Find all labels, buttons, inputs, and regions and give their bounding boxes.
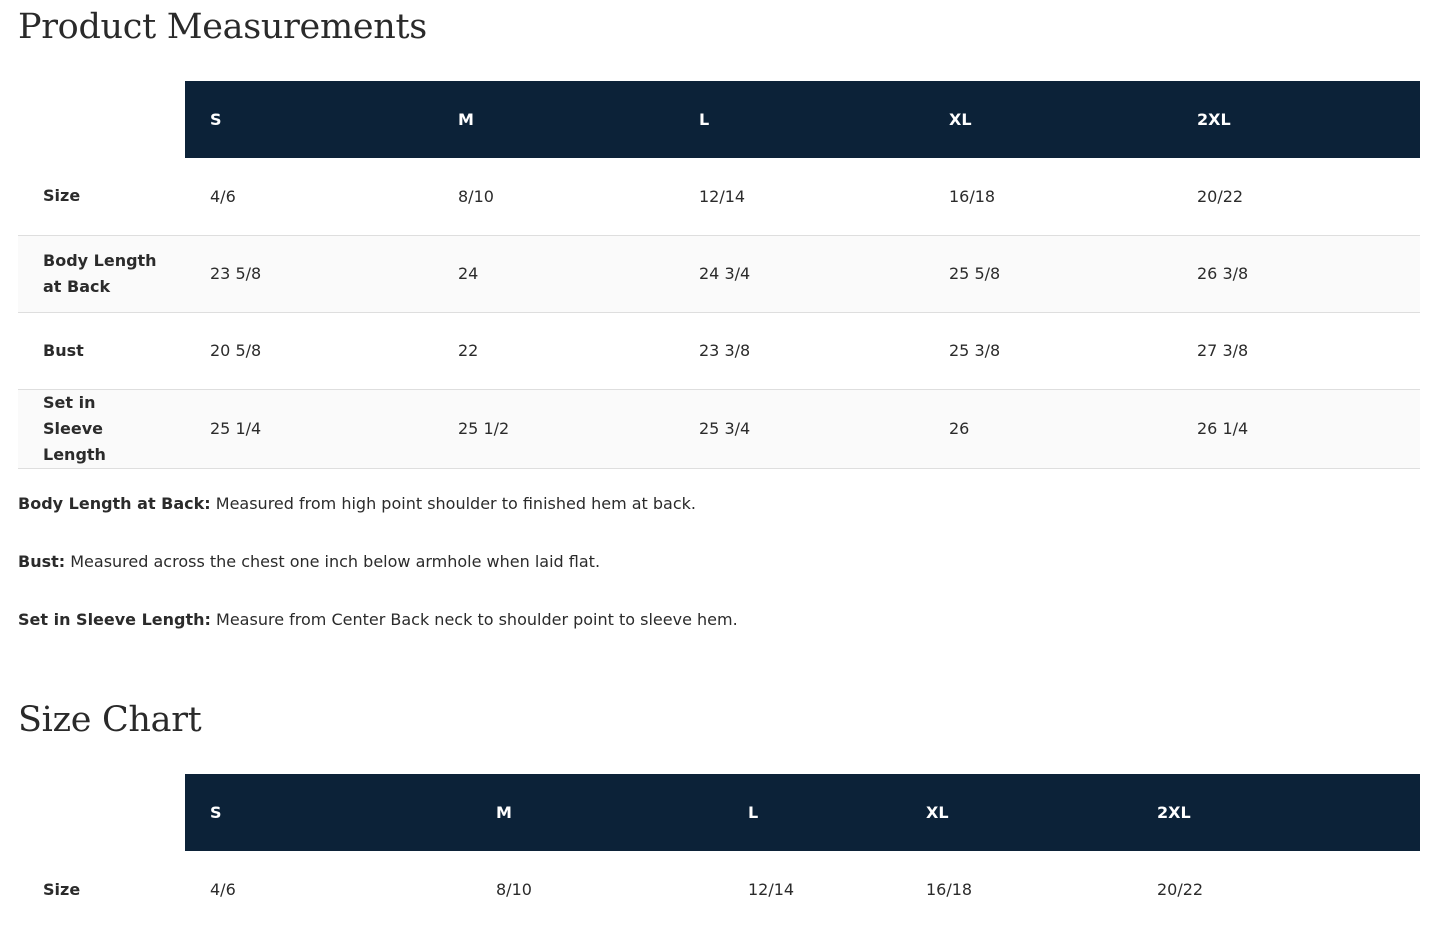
note-term: Bust: [18,552,66,571]
table-cell: 12/14 [748,880,795,899]
measurements-title: Product Measurements [18,7,427,47]
table-row-bust: Bust 20 5/8 22 23 3/8 25 3/8 27 3/8 [18,312,1420,389]
table-cell: 20 5/8 [210,341,262,360]
table-row-size: Size 4/6 8/10 12/14 16/18 20/22 [18,158,1420,235]
table-row-body-length: Body Length at Back 23 5/8 24 24 3/4 25 … [18,235,1420,312]
table-cell: 8/10 [496,880,532,899]
table-cell: 4/6 [210,880,236,899]
measurement-notes: Body Length at Back: Measured from high … [18,494,1418,668]
table-cell: 25 1/2 [458,419,510,438]
header-corner [18,81,185,158]
table-cell: 8/10 [458,186,494,206]
note-body-length: Body Length at Back: Measured from high … [18,494,1418,514]
size-chart-header-row: S M L XL 2XL [18,774,1420,851]
table-cell: 20/22 [1157,880,1204,899]
table-row-size: Size 4/6 8/10 12/14 16/18 20/22 [18,851,1420,928]
table-cell: 22 [458,341,479,360]
table-cell: 26 3/8 [1197,264,1249,283]
header-corner [18,774,185,851]
note-bust: Bust: Measured across the chest one inch… [18,552,1418,572]
table-cell: 12/14 [699,186,746,206]
size-chart-title: Size Chart [18,700,202,740]
note-text: Measured across the chest one inch below… [70,552,601,571]
table-cell: 25 3/8 [949,341,1001,360]
column-header-s: S [185,774,471,851]
measurements-header-row: S M L XL 2XL [18,81,1420,158]
column-header-l: L [723,774,901,851]
column-header-xl: XL [901,774,1132,851]
table-cell: 23 5/8 [210,264,262,283]
column-header-s: S [185,81,433,158]
note-sleeve-length: Set in Sleeve Length: Measure from Cente… [18,610,1418,630]
table-cell: 16/18 [949,186,996,206]
table-cell: 26 [949,419,970,438]
column-header-xl: XL [924,81,1172,158]
table-cell: 24 [458,264,479,283]
note-term: Body Length at Back: [18,494,211,513]
measurements-table: S M L XL 2XL Size 4/6 8/10 12/14 16/18 2… [18,81,1420,469]
size-chart-table: S M L XL 2XL Size 4/6 8/10 12/14 16/18 2… [18,774,1420,928]
table-cell: 23 3/8 [699,341,751,360]
table-row-sleeve-length: Set in Sleeve Length 25 1/4 25 1/2 25 3/… [18,389,1420,468]
row-label: Bust [43,340,84,360]
note-text: Measured from high point shoulder to fin… [215,494,697,513]
table-cell: 20/22 [1197,186,1244,206]
column-header-2xl: 2XL [1172,81,1420,158]
note-term: Set in Sleeve Length: [18,610,211,629]
row-label: Set in Sleeve Length [43,392,106,464]
table-cell: 16/18 [926,880,973,899]
note-text: Measure from Center Back neck to shoulde… [216,610,738,629]
table-cell: 25 1/4 [210,419,262,438]
row-label: Body Length at Back [43,250,157,296]
table-cell: 26 1/4 [1197,419,1249,438]
column-header-m: M [471,774,723,851]
row-label: Size [43,879,81,899]
table-cell: 27 3/8 [1197,341,1249,360]
column-header-2xl: 2XL [1132,774,1420,851]
table-cell: 25 5/8 [949,264,1001,283]
column-header-l: L [674,81,924,158]
table-cell: 25 3/4 [699,419,751,438]
row-label: Size [43,186,81,206]
table-cell: 24 3/4 [699,264,751,283]
table-cell: 4/6 [210,186,236,206]
column-header-m: M [433,81,674,158]
